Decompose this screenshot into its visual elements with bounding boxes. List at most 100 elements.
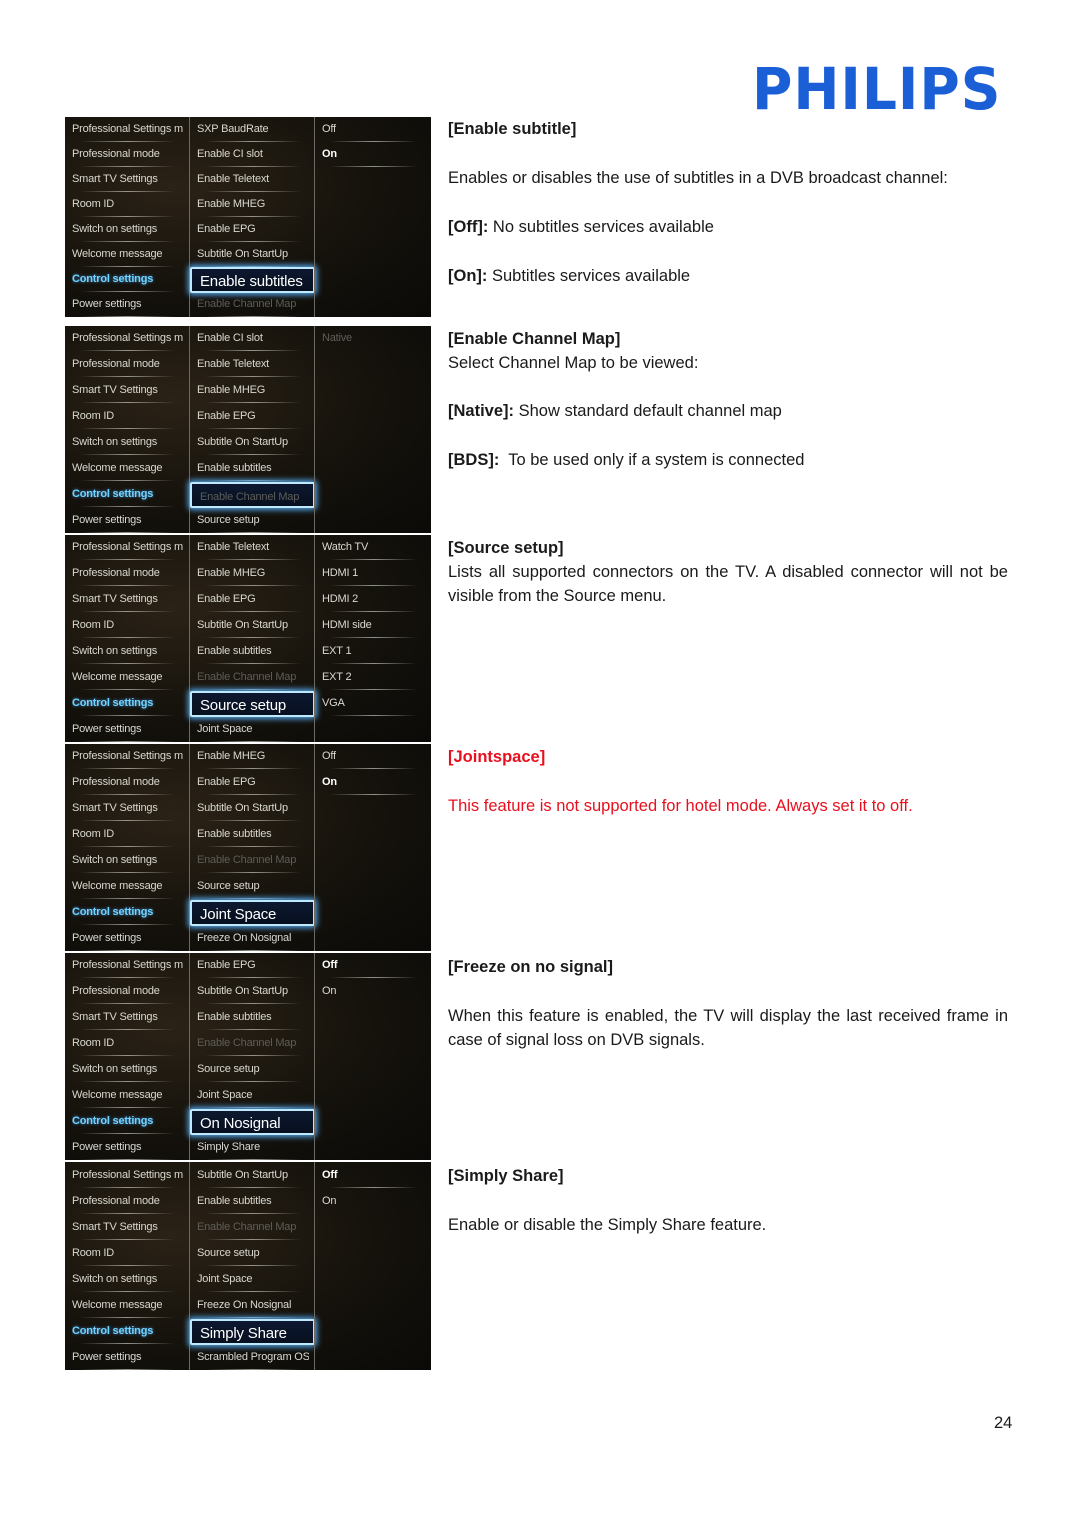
menu-item[interactable]: Joint Space: [197, 1267, 309, 1292]
menu-item[interactable]: Room ID: [72, 613, 183, 639]
option-item[interactable]: On: [322, 770, 425, 796]
menu-item[interactable]: Subtitle On StartUp: [197, 796, 309, 822]
menu-item[interactable]: Control settings: [72, 900, 183, 925]
menu-item[interactable]: Enable MHEG: [197, 744, 309, 770]
menu-item[interactable]: Professional mode: [72, 770, 183, 796]
menu-item[interactable]: Source setup: [197, 508, 309, 533]
menu-item[interactable]: Source setup: [197, 1241, 309, 1266]
menu-item[interactable]: Smart TV Settings: [72, 1215, 183, 1240]
menu-item[interactable]: Professional Settings m...: [72, 953, 183, 979]
menu-item[interactable]: Power settings: [72, 717, 183, 742]
menu-item[interactable]: Professional mode: [72, 979, 183, 1005]
menu-item[interactable]: Professional mode: [72, 561, 183, 587]
menu-item[interactable]: Control settings: [72, 1319, 183, 1344]
option-item[interactable]: Off: [322, 1163, 425, 1188]
menu-item-focused[interactable]: Simply Share: [190, 1318, 315, 1345]
menu-item[interactable]: Enable MHEG: [197, 192, 309, 217]
menu-item[interactable]: Switch on settings: [72, 217, 183, 242]
option-item[interactable]: Off: [322, 953, 425, 979]
menu-item[interactable]: Smart TV Settings: [72, 796, 183, 822]
menu-item[interactable]: Joint Space: [197, 717, 309, 742]
menu-item[interactable]: Power settings: [72, 1345, 183, 1370]
menu-item[interactable]: Control settings: [72, 482, 183, 507]
menu-item[interactable]: SXP BaudRate: [197, 117, 309, 142]
menu-item[interactable]: Switch on settings: [72, 848, 183, 873]
menu-item[interactable]: Enable MHEG: [197, 561, 309, 587]
option-item[interactable]: EXT 2: [322, 665, 425, 690]
menu-item[interactable]: Enable subtitles: [197, 822, 309, 848]
menu-item[interactable]: Subtitle On StartUp: [197, 242, 309, 267]
menu-item-focused[interactable]: Enable subtitles: [190, 267, 315, 293]
menu-item[interactable]: Enable Channel Map: [197, 665, 309, 690]
option-item[interactable]: HDMI 2: [322, 587, 425, 613]
menu-item[interactable]: Room ID: [72, 1241, 183, 1266]
menu-item[interactable]: Freeze On Nosignal: [197, 926, 309, 951]
option-item[interactable]: On: [322, 979, 425, 1004]
menu-item[interactable]: Switch on settings: [72, 430, 183, 455]
menu-item[interactable]: Room ID: [72, 822, 183, 848]
option-item[interactable]: Off: [322, 117, 425, 142]
menu-item[interactable]: Room ID: [72, 192, 183, 217]
menu-item[interactable]: Enable subtitles: [197, 456, 309, 481]
menu-item[interactable]: Enable Teletext: [197, 352, 309, 378]
menu-item[interactable]: Smart TV Settings: [72, 378, 183, 404]
menu-item[interactable]: Professional mode: [72, 352, 183, 378]
option-item[interactable]: On: [322, 142, 425, 167]
menu-item[interactable]: Enable subtitles: [197, 1005, 309, 1031]
menu-item[interactable]: Power settings: [72, 508, 183, 533]
menu-item[interactable]: Scrambled Program OSD: [197, 1345, 309, 1370]
menu-item[interactable]: Enable EPG: [197, 404, 309, 430]
menu-item[interactable]: Switch on settings: [72, 1057, 183, 1082]
menu-item[interactable]: Source setup: [197, 874, 309, 899]
menu-item[interactable]: Smart TV Settings: [72, 1005, 183, 1031]
menu-item[interactable]: Enable subtitles: [197, 1189, 309, 1214]
menu-item[interactable]: Simply Share: [197, 1135, 309, 1160]
menu-item[interactable]: Enable MHEG: [197, 378, 309, 404]
menu-item[interactable]: Smart TV Settings: [72, 587, 183, 613]
menu-item[interactable]: Room ID: [72, 404, 183, 430]
menu-item[interactable]: Control settings: [72, 691, 183, 716]
menu-item[interactable]: Enable Channel Map: [197, 292, 309, 317]
option-item[interactable]: Native: [322, 326, 425, 351]
menu-item[interactable]: Subtitle On StartUp: [197, 979, 309, 1005]
menu-item[interactable]: Power settings: [72, 926, 183, 951]
menu-item[interactable]: Welcome message: [72, 1293, 183, 1318]
menu-item[interactable]: Subtitle On StartUp: [197, 1163, 309, 1188]
menu-item[interactable]: Switch on settings: [72, 639, 183, 664]
option-item[interactable]: VGA: [322, 691, 425, 716]
menu-item[interactable]: Enable Channel Map: [197, 848, 309, 873]
menu-item[interactable]: Control settings: [72, 1109, 183, 1134]
menu-item[interactable]: Enable subtitles: [197, 639, 309, 664]
menu-item[interactable]: Enable CI slot: [197, 142, 309, 167]
menu-item[interactable]: Professional Settings m...: [72, 117, 183, 142]
option-item[interactable]: HDMI side: [322, 613, 425, 639]
menu-item[interactable]: Welcome message: [72, 1083, 183, 1108]
menu-item[interactable]: Enable EPG: [197, 587, 309, 613]
menu-item[interactable]: Professional Settings m...: [72, 326, 183, 352]
menu-item[interactable]: Power settings: [72, 292, 183, 317]
option-item[interactable]: Watch TV: [322, 535, 425, 561]
menu-item-focused[interactable]: On Nosignal: [190, 1108, 315, 1135]
menu-item-focused[interactable]: Source setup: [190, 690, 315, 717]
menu-item[interactable]: Control settings: [72, 267, 183, 292]
menu-item[interactable]: Enable Teletext: [197, 167, 309, 192]
menu-item[interactable]: Source setup: [197, 1057, 309, 1082]
menu-item[interactable]: Joint Space: [197, 1083, 309, 1108]
menu-item[interactable]: Room ID: [72, 1031, 183, 1057]
option-item[interactable]: HDMI 1: [322, 561, 425, 587]
menu-item[interactable]: Enable CI slot: [197, 326, 309, 352]
menu-item[interactable]: Professional mode: [72, 1189, 183, 1214]
option-item[interactable]: Off: [322, 744, 425, 770]
menu-item-focused[interactable]: Joint Space: [190, 899, 315, 926]
menu-item[interactable]: Enable Channel Map: [197, 1215, 309, 1240]
menu-item[interactable]: Enable EPG: [197, 953, 309, 979]
menu-item[interactable]: Freeze On Nosignal: [197, 1293, 309, 1318]
menu-item[interactable]: Professional mode: [72, 142, 183, 167]
menu-item[interactable]: Subtitle On StartUp: [197, 430, 309, 455]
option-item[interactable]: EXT 1: [322, 639, 425, 664]
menu-item[interactable]: Enable Channel Map: [197, 1031, 309, 1057]
menu-item[interactable]: Subtitle On StartUp: [197, 613, 309, 639]
menu-item[interactable]: Welcome message: [72, 456, 183, 481]
menu-item[interactable]: Professional Settings m...: [72, 744, 183, 770]
menu-item[interactable]: Welcome message: [72, 874, 183, 899]
